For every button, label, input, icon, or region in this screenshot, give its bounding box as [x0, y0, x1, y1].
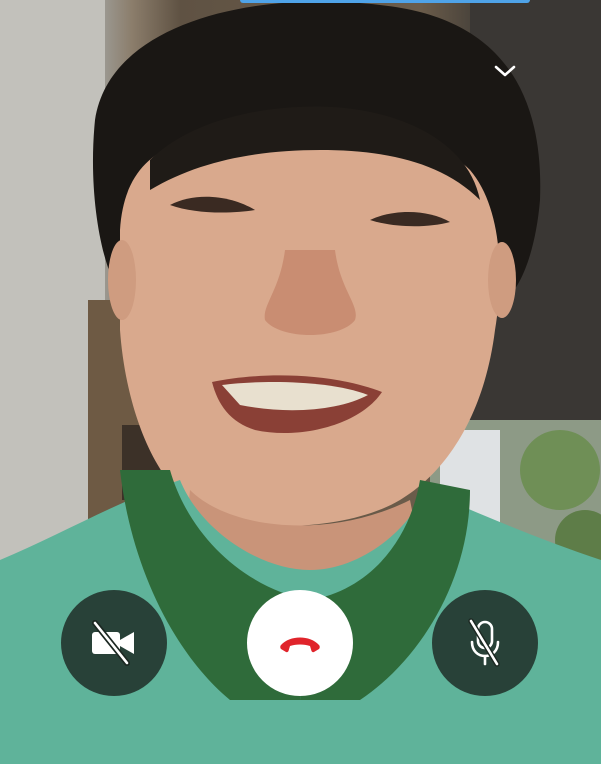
minimize-call-button[interactable]: [488, 54, 522, 88]
toggle-video-button[interactable]: [61, 590, 167, 696]
toggle-mic-button[interactable]: [432, 590, 538, 696]
chevron-down-icon: [494, 65, 516, 77]
end-call-button[interactable]: [247, 590, 353, 696]
call-status-indicator: [240, 0, 530, 3]
mic-off-icon: [468, 618, 500, 667]
phone-hangup-icon: [280, 637, 320, 653]
video-call-screen: [0, 0, 601, 764]
video-off-icon: [92, 620, 134, 666]
call-controls-bar: [0, 590, 601, 698]
